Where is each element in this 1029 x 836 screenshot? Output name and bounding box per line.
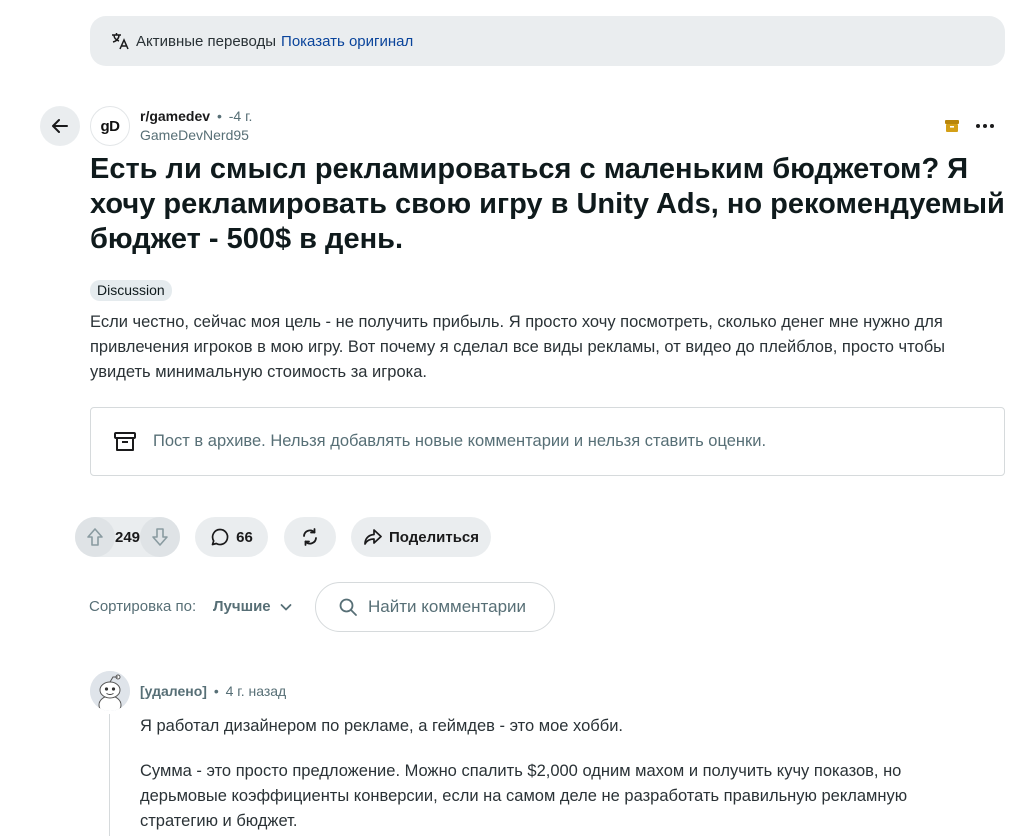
share-icon — [363, 527, 383, 547]
subreddit-link[interactable]: r/gamedev — [140, 108, 210, 124]
sort-dropdown[interactable]: Лучшие — [213, 598, 293, 615]
downvote-button[interactable] — [140, 517, 180, 557]
comment-thread-line[interactable] — [109, 714, 110, 836]
translation-banner: Активные переводы Показать оригинал — [90, 16, 1005, 66]
comments-button[interactable]: 66 — [195, 517, 268, 557]
more-options-button[interactable] — [970, 113, 1000, 139]
share-label: Поделиться — [388, 528, 480, 546]
search-input[interactable] — [368, 597, 548, 617]
archive-icon — [943, 117, 961, 135]
crosspost-icon — [303, 528, 317, 546]
sort-label: Сортировка по: — [89, 598, 197, 615]
upvote-button[interactable] — [75, 517, 115, 557]
post-meta: r/gamedev • -4 г. GameDevNerd95 — [140, 108, 252, 143]
archived-notice-text: Пост в архиве. Нельзя добавлять новые ко… — [153, 432, 767, 450]
downvote-icon — [152, 528, 168, 546]
commenter-avatar[interactable] — [90, 671, 130, 711]
post-title: Есть ли смысл рекламироваться с маленьки… — [90, 153, 1005, 255]
post-body: Если честно, сейчас моя цель - не получи… — [90, 313, 946, 381]
archive-icon — [113, 430, 137, 454]
meta-separator: • — [216, 108, 222, 124]
comment-icon — [210, 527, 230, 547]
sort-value: Лучшие — [213, 598, 271, 615]
post-flair[interactable]: Discussion — [90, 280, 172, 301]
comment-search[interactable] — [315, 582, 555, 632]
comment-paragraph: Сумма - это просто предложение. Можно сп… — [140, 762, 908, 830]
post-time: -4 г. — [228, 108, 253, 124]
archived-notice: Пост в архиве. Нельзя добавлять новые ко… — [90, 407, 1005, 476]
meta-separator: • — [213, 683, 219, 699]
crosspost-button[interactable] — [284, 517, 336, 557]
comment-author: [удалено] — [140, 683, 207, 699]
search-icon — [338, 597, 358, 617]
snoo-avatar-icon — [90, 671, 130, 711]
vote-count: 249 — [115, 528, 141, 546]
translation-status: Активные переводы — [136, 32, 277, 50]
share-button[interactable]: Поделиться — [351, 517, 491, 557]
back-button[interactable] — [40, 106, 80, 146]
comment-paragraph: Я работал дизайнером по рекламе, а геймд… — [140, 717, 623, 735]
post-author[interactable]: GameDevNerd95 — [140, 127, 252, 143]
vote-bar: 249 — [75, 517, 180, 557]
comment-count: 66 — [236, 528, 253, 546]
subreddit-avatar[interactable]: gD — [90, 106, 130, 146]
arrow-left-icon — [52, 119, 68, 133]
show-original-link[interactable]: Показать оригинал — [281, 33, 413, 50]
ellipsis-icon — [976, 124, 994, 128]
chevron-down-icon — [279, 600, 293, 614]
comment-time: 4 г. назад — [225, 683, 287, 699]
translate-icon — [110, 31, 130, 51]
comment-meta: [удалено] • 4 г. назад — [140, 683, 286, 699]
upvote-icon — [87, 528, 103, 546]
